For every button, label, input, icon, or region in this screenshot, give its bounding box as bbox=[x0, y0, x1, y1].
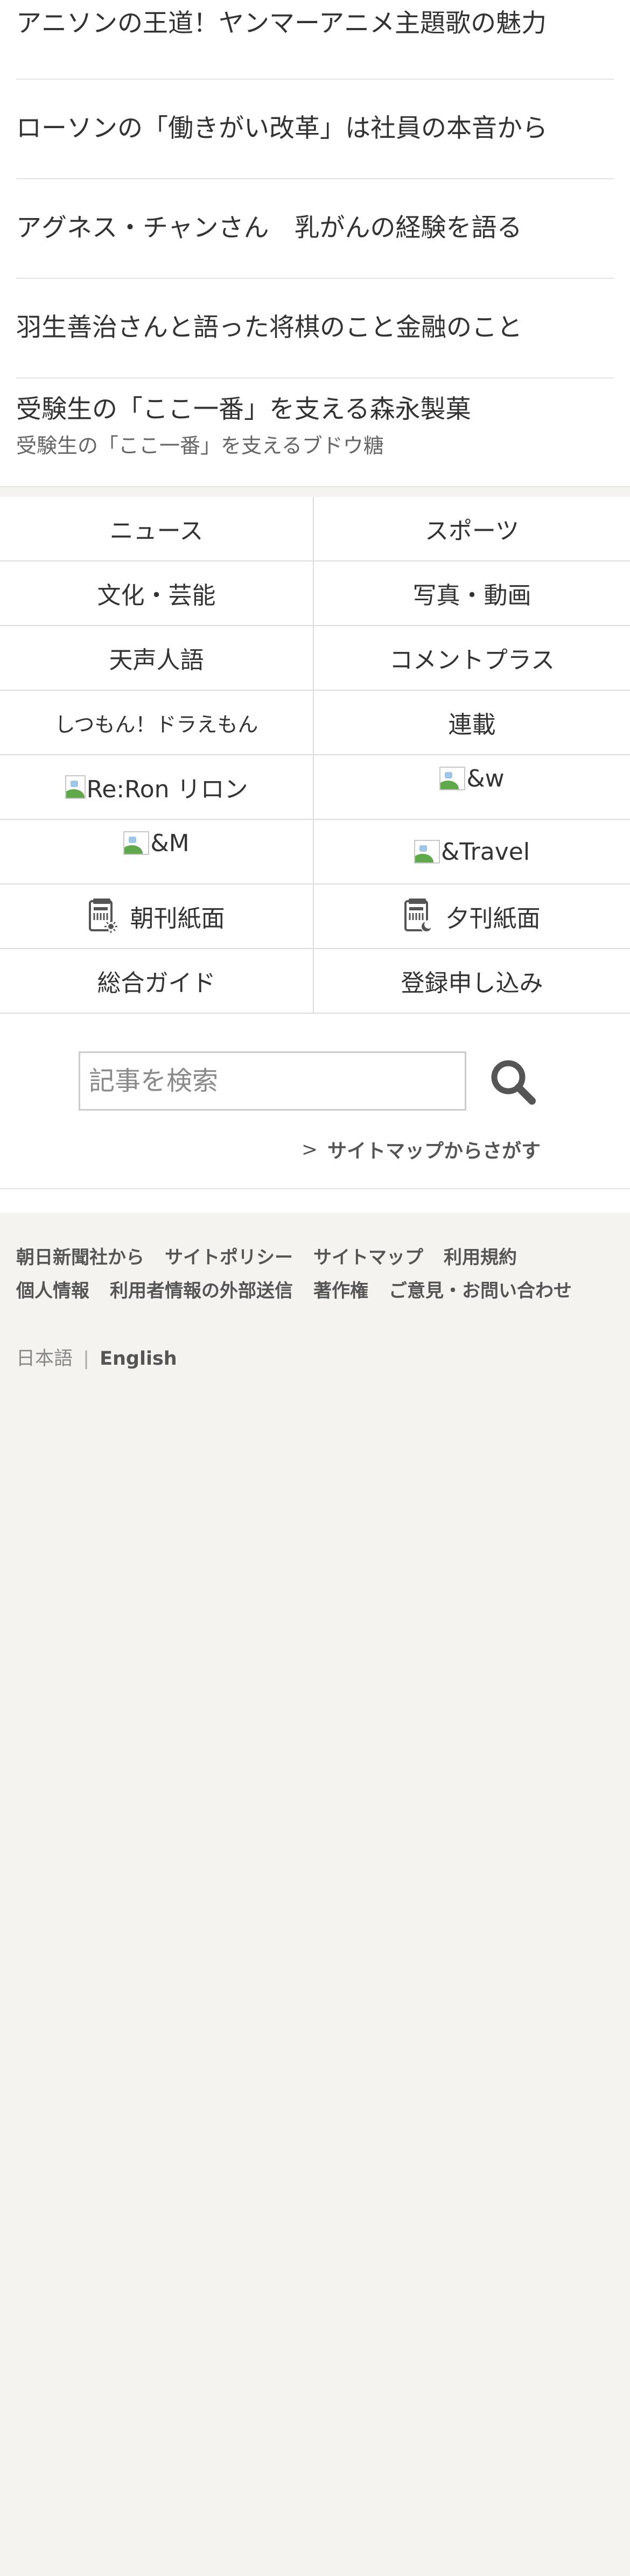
article-item[interactable]: 受験生の「ここ一番」を支える森永製菓 受験生の「ここ一番」を支えるブドウ糖 bbox=[16, 378, 614, 486]
footer-link-copyright[interactable]: 著作権 bbox=[313, 1274, 368, 1308]
language-switcher: 日本語 | English bbox=[16, 1343, 614, 1371]
article-item[interactable]: アグネス・チャンさん 乳がんの経験を語る bbox=[16, 179, 614, 279]
nav-label: しつもん！ドラえもん bbox=[54, 712, 258, 736]
nav-label: ニュース bbox=[109, 517, 204, 545]
morning-paper-icon bbox=[88, 899, 117, 933]
chevron-right-icon: > bbox=[301, 1138, 318, 1161]
nav-tenseijingo[interactable]: 天声人語 bbox=[0, 626, 314, 691]
nav-label: 夕刊紙面 bbox=[445, 905, 541, 932]
broken-image-icon bbox=[414, 840, 440, 864]
reron-alt-text: Re:Ron リロン bbox=[86, 776, 248, 803]
reron-logo: Re:Ron リロン bbox=[65, 770, 248, 804]
nav-label: 登録申し込み bbox=[401, 970, 543, 997]
evening-paper-icon bbox=[404, 899, 433, 932]
nav-series[interactable]: 連載 bbox=[314, 691, 630, 755]
footer-link-external-transmission[interactable]: 利用者情報の外部送信 bbox=[110, 1274, 293, 1308]
section-nav-grid: ニュース スポーツ 文化・芸能 写真・動画 天声人語 コメントプラス しつもん！… bbox=[0, 497, 630, 1014]
footer-link-sitemap[interactable]: サイトマップ bbox=[313, 1241, 423, 1274]
article-item[interactable]: ローソンの「働きがい改革」は社員の本音から bbox=[16, 80, 614, 179]
and-w-alt-text: &w bbox=[466, 764, 505, 792]
article-item[interactable]: アニソンの王道！ヤンマーアニメ主題歌の魅力 bbox=[16, 0, 614, 80]
and-travel-logo: &Travel bbox=[414, 838, 530, 866]
nav-morning-paper[interactable]: 朝刊紙面 bbox=[0, 885, 314, 949]
nav-label: コメントプラス bbox=[389, 647, 555, 674]
search-button[interactable] bbox=[488, 1057, 540, 1108]
nav-signup[interactable]: 登録申し込み bbox=[314, 949, 630, 1014]
article-list: アニソンの王道！ヤンマーアニメ主題歌の魅力 ローソンの「働きがい改革」は社員の本… bbox=[0, 0, 630, 486]
nav-doraemon[interactable]: しつもん！ドラえもん bbox=[0, 691, 314, 755]
article-item[interactable]: 羽生善治さんと語った将棋のこと金融のこと bbox=[16, 279, 614, 378]
nav-label: 総合ガイド bbox=[97, 970, 216, 997]
and-travel-alt-text: &Travel bbox=[440, 838, 530, 866]
article-title[interactable]: 羽生善治さんと語った将棋のこと金融のこと bbox=[16, 313, 614, 343]
nav-label: 文化・芸能 bbox=[97, 582, 216, 609]
nav-label: 連載 bbox=[448, 711, 496, 739]
search-input[interactable] bbox=[79, 1051, 466, 1111]
article-subtitle: 受験生の「ここ一番」を支えるブドウ糖 bbox=[16, 434, 384, 458]
article-title[interactable]: アグネス・チャンさん 乳がんの経験を語る bbox=[16, 213, 614, 243]
nav-label: 朝刊紙面 bbox=[130, 905, 225, 932]
broken-image-icon bbox=[123, 831, 150, 855]
nav-photo-video[interactable]: 写真・動画 bbox=[314, 561, 630, 626]
nav-evening-paper[interactable]: 夕刊紙面 bbox=[314, 885, 630, 949]
footer-link-contact[interactable]: ご意見・お問い合わせ bbox=[389, 1274, 572, 1308]
nav-label: 天声人語 bbox=[109, 647, 204, 674]
footer-links: 朝日新聞社から サイトポリシー サイトマップ 利用規約 個人情報 利用者情報の外… bbox=[16, 1241, 614, 1308]
and-w-logo: &w bbox=[439, 764, 505, 792]
footer-link-privacy[interactable]: 個人情報 bbox=[16, 1274, 89, 1308]
nav-sports[interactable]: スポーツ bbox=[314, 497, 630, 561]
lang-english[interactable]: English bbox=[100, 1348, 177, 1370]
footer-link-terms[interactable]: 利用規約 bbox=[444, 1241, 517, 1274]
nav-and-travel[interactable]: &Travel bbox=[314, 820, 630, 885]
nav-comment-plus[interactable]: コメントプラス bbox=[314, 626, 630, 691]
search-section: > サイトマップからさがす bbox=[0, 1014, 630, 1189]
nav-and-m[interactable]: &M bbox=[0, 820, 314, 885]
nav-and-w[interactable]: &w bbox=[314, 755, 630, 820]
nav-news[interactable]: ニュース bbox=[0, 497, 314, 561]
nav-label: 写真・動画 bbox=[412, 582, 531, 609]
article-title[interactable]: アニソンの王道！ヤンマーアニメ主題歌の魅力 bbox=[16, 9, 614, 39]
and-m-logo: &M bbox=[123, 829, 190, 857]
footer: 朝日新聞社から サイトポリシー サイトマップ 利用規約 個人情報 利用者情報の外… bbox=[0, 1213, 630, 2576]
lang-japanese[interactable]: 日本語 bbox=[16, 1348, 73, 1370]
nav-guide[interactable]: 総合ガイド bbox=[0, 949, 314, 1014]
and-m-alt-text: &M bbox=[150, 829, 190, 857]
section-divider bbox=[0, 486, 630, 497]
lang-separator: | bbox=[83, 1348, 89, 1370]
broken-image-icon bbox=[65, 775, 86, 799]
nav-reron[interactable]: Re:Ron リロン bbox=[0, 755, 314, 820]
sitemap-link-label: サイトマップからさがす bbox=[327, 1140, 541, 1162]
search-icon bbox=[491, 1060, 536, 1105]
footer-link-site-policy[interactable]: サイトポリシー bbox=[165, 1241, 293, 1274]
footer-gap bbox=[0, 1189, 630, 1213]
broken-image-icon bbox=[439, 767, 466, 790]
sitemap-search-link[interactable]: > サイトマップからさがす bbox=[302, 1135, 541, 1163]
nav-culture[interactable]: 文化・芸能 bbox=[0, 561, 314, 626]
article-title[interactable]: 受験生の「ここ一番」を支える森永製菓 bbox=[16, 395, 614, 425]
article-title[interactable]: ローソンの「働きがい改革」は社員の本音から bbox=[16, 114, 614, 144]
nav-label: スポーツ bbox=[424, 517, 520, 545]
footer-link-about[interactable]: 朝日新聞社から bbox=[16, 1241, 144, 1274]
